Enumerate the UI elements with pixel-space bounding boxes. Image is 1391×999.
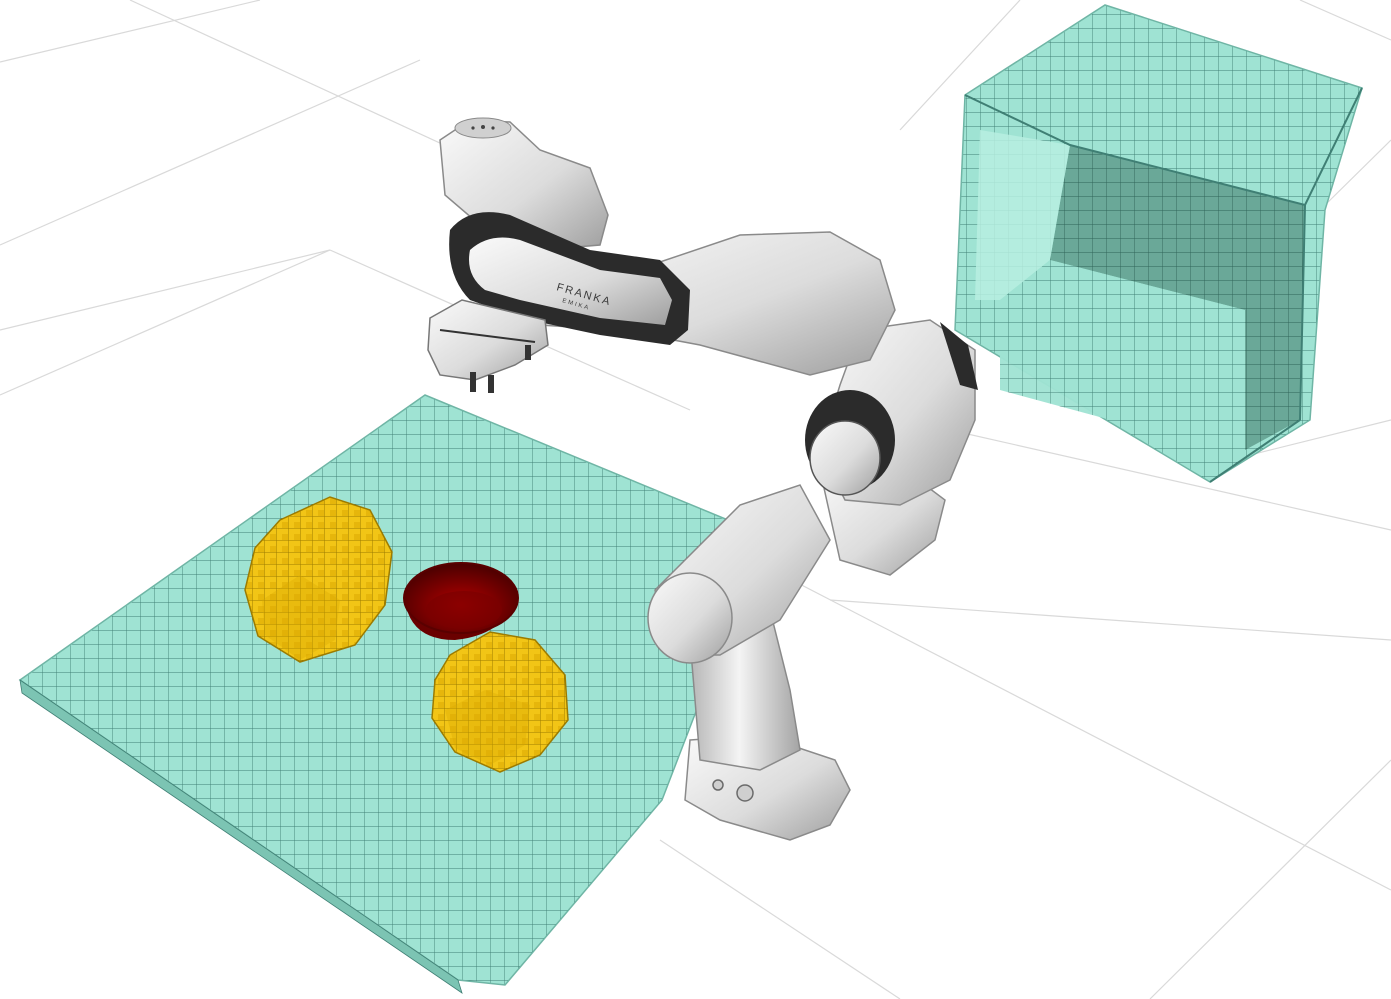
scene-canvas[interactable]: FRANKA EMIKA — [0, 0, 1391, 999]
table[interactable] — [18, 394, 729, 994]
cabinet[interactable] — [954, 4, 1363, 483]
3d-viewport[interactable]: FRANKA EMIKA — [0, 0, 1391, 999]
